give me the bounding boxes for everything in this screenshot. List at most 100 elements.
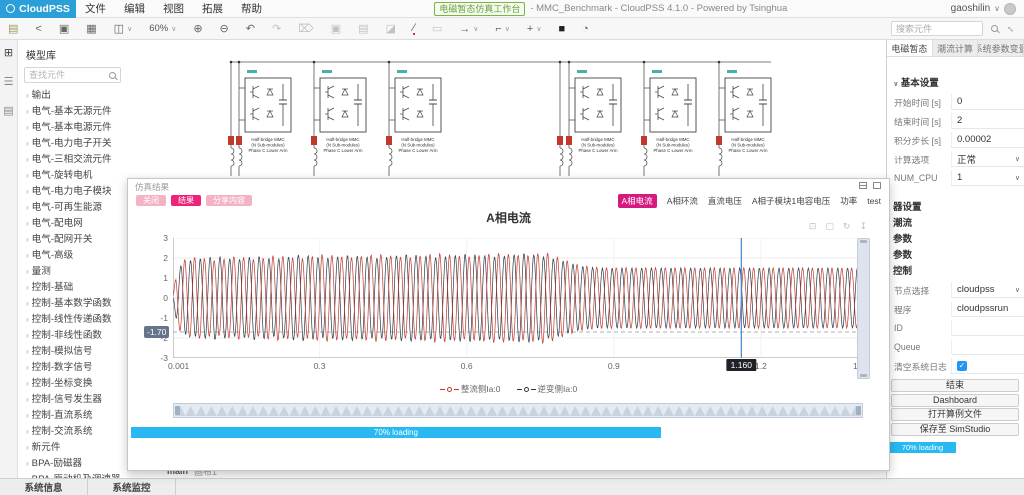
user-menu[interactable]: gaoshilin ∨ — [951, 3, 1024, 15]
status-tab-1[interactable]: 系统监控 — [88, 479, 176, 495]
stop-icon[interactable]: ■ — [558, 23, 565, 35]
line-tool-icon[interactable]: ∕ — [413, 23, 415, 35]
sidebar-item-3[interactable]: ›电气-电力电子开关 — [18, 136, 127, 152]
param-value[interactable]: 1∨ — [951, 170, 1024, 186]
sidebar-item-11[interactable]: ›量测 — [18, 264, 127, 280]
settings-tab-1[interactable]: 潮流计算 — [933, 40, 979, 56]
sidebar-item-23[interactable]: ›BPA-励磁器 — [18, 456, 127, 472]
project-icon[interactable]: ▤ — [8, 22, 18, 35]
sidebar-item-0[interactable]: ›输出 — [18, 88, 127, 104]
slider-handle[interactable] — [856, 406, 861, 415]
plot-tab-4[interactable]: 功率 — [840, 195, 857, 207]
panel-button-2[interactable]: 打开算例文件 — [891, 408, 1019, 421]
fill-icon[interactable]: ◪ — [386, 22, 396, 35]
dialog-title-bar[interactable]: 仿真结果 — [128, 179, 889, 192]
param-value[interactable]: cloudpssrun — [951, 301, 1024, 317]
sidebar-item-12[interactable]: ›控制-基础 — [18, 280, 127, 296]
menu-2[interactable]: 视图 — [154, 0, 193, 18]
param-value[interactable] — [951, 320, 1024, 336]
panel-button-0[interactable]: 结束 — [891, 379, 1019, 392]
add-component-icon[interactable]: +∨ — [527, 23, 542, 35]
sidebar-item-19[interactable]: ›控制-信号发生器 — [18, 392, 127, 408]
menu-3[interactable]: 拓展 — [193, 0, 232, 18]
zoom-out-icon[interactable]: ⊖ — [220, 22, 229, 35]
undo-icon[interactable]: ↶ — [246, 22, 255, 35]
plot-tab-2[interactable]: 直流电压 — [708, 195, 742, 207]
plot-tab-0[interactable]: A相电流 — [618, 194, 657, 208]
status-tab-0[interactable]: 系统信息 — [0, 479, 88, 495]
search-input[interactable] — [891, 21, 983, 36]
delete-icon[interactable]: ⌦ — [298, 22, 314, 35]
arrow-tool-icon[interactable]: →∨ — [459, 23, 478, 35]
pages-icon[interactable]: ▤ — [3, 104, 13, 117]
vertical-datazoom-slider[interactable] — [857, 238, 870, 379]
sidebar-item-18[interactable]: ›控制-坐标变换 — [18, 376, 127, 392]
avatar[interactable] — [1004, 3, 1016, 15]
covered-section-4[interactable]: 控制 — [893, 263, 912, 277]
settings-tab-0[interactable]: 电磁暂态 — [887, 40, 933, 56]
layers-icon[interactable]: ☰ — [4, 75, 14, 88]
slider-handle[interactable] — [860, 374, 867, 377]
menu-0[interactable]: 文件 — [76, 0, 115, 18]
sidebar-item-20[interactable]: ›控制-直流系统 — [18, 408, 127, 424]
param-value[interactable]: 2 — [951, 113, 1024, 129]
polyline-tool-icon[interactable]: ⌐∨ — [495, 23, 510, 35]
sidebar-item-4[interactable]: ›电气-三相交流元件 — [18, 152, 127, 168]
chart-plot[interactable] — [173, 238, 859, 358]
save-icon[interactable]: ▣ — [59, 22, 69, 35]
sidebar-item-5[interactable]: ›电气-旋转电机 — [18, 168, 127, 184]
param-value[interactable] — [951, 339, 1024, 355]
slider-handle[interactable] — [860, 240, 867, 243]
sidebar-item-1[interactable]: ›电气-基本无源元件 — [18, 104, 127, 120]
dialog-pill-0[interactable]: 关闭 — [136, 195, 166, 206]
covered-section-2[interactable]: 参数 — [893, 231, 912, 245]
dialog-pill-1[interactable]: 结果 — [171, 195, 201, 206]
help-icon[interactable]: ◔ — [582, 23, 589, 35]
sidebar-item-2[interactable]: ›电气-基本电源元件 — [18, 120, 127, 136]
sidebar-item-22[interactable]: ›新元件 — [18, 440, 127, 456]
share-icon[interactable]: < — [35, 23, 41, 35]
legend-item-0[interactable]: 整流侧Ia:0 — [440, 383, 501, 395]
layout-icon[interactable]: ◫∨ — [114, 22, 133, 35]
expand-icon[interactable]: ↔ — [1004, 21, 1019, 36]
sidebar-item-9[interactable]: ›电气-配网开关 — [18, 232, 127, 248]
section-basic-settings[interactable]: ∨基本设置 — [893, 75, 939, 89]
covered-section-1[interactable]: 潮流 — [893, 215, 912, 229]
component-search-input[interactable] — [29, 70, 109, 80]
workspace-badge[interactable]: 电磁暂态仿真工作台 — [434, 2, 525, 16]
param-value[interactable]: 0 — [951, 94, 1024, 110]
plot-tab-1[interactable]: A相环流 — [667, 195, 698, 207]
panel-button-1[interactable]: Dashboard — [891, 394, 1019, 407]
sidebar-item-13[interactable]: ›控制-基本数学函数 — [18, 296, 127, 312]
download-icon[interactable]: ↧ — [859, 221, 867, 232]
zoom-level-select[interactable]: 60%∨ — [149, 23, 176, 34]
sidebar-item-16[interactable]: ›控制-模拟信号 — [18, 344, 127, 360]
dialog-pill-2[interactable]: 分享内容 — [206, 195, 252, 206]
covered-section-3[interactable]: 参数 — [893, 247, 912, 261]
sidebar-item-17[interactable]: ›控制-数字信号 — [18, 360, 127, 376]
paste-icon[interactable]: ▤ — [358, 22, 368, 35]
param-value[interactable]: 0.00002 — [951, 132, 1024, 148]
sidebar-item-8[interactable]: ›电气-配电网 — [18, 216, 127, 232]
covered-section-0[interactable]: 器设置 — [893, 199, 922, 213]
slider-handle[interactable] — [175, 406, 180, 415]
cloudpss-logo[interactable]: CloudPSS — [0, 0, 76, 18]
refresh-icon[interactable]: ↻ — [843, 221, 851, 232]
zoom-select-icon[interactable]: ⊡ — [809, 221, 817, 232]
param-value[interactable]: cloudpss∨ — [951, 282, 1024, 298]
panel-button-3[interactable]: 保存至 SimStudio — [891, 423, 1019, 436]
checkbox-checked[interactable]: ✓ — [957, 361, 967, 371]
horizontal-datazoom-slider[interactable] — [173, 403, 863, 418]
redo-icon[interactable]: ↷ — [272, 22, 281, 35]
legend-item-1[interactable]: 逆变侧Ia:0 — [517, 383, 578, 395]
restore-icon[interactable] — [859, 182, 867, 189]
save-as-icon[interactable]: ▦ — [86, 22, 96, 35]
sidebar-item-15[interactable]: ›控制-非线性函数 — [18, 328, 127, 344]
zoom-in-icon[interactable]: ⊕ — [193, 22, 202, 35]
plot-tab-3[interactable]: A相子模块1电容电压 — [752, 195, 830, 207]
rect-tool-icon[interactable]: ▭ — [432, 22, 442, 35]
menu-4[interactable]: 帮助 — [232, 0, 271, 18]
component-search[interactable] — [24, 67, 121, 83]
maximize-icon[interactable] — [873, 182, 881, 189]
sidebar-item-6[interactable]: ›电气-电力电子模块 — [18, 184, 127, 200]
